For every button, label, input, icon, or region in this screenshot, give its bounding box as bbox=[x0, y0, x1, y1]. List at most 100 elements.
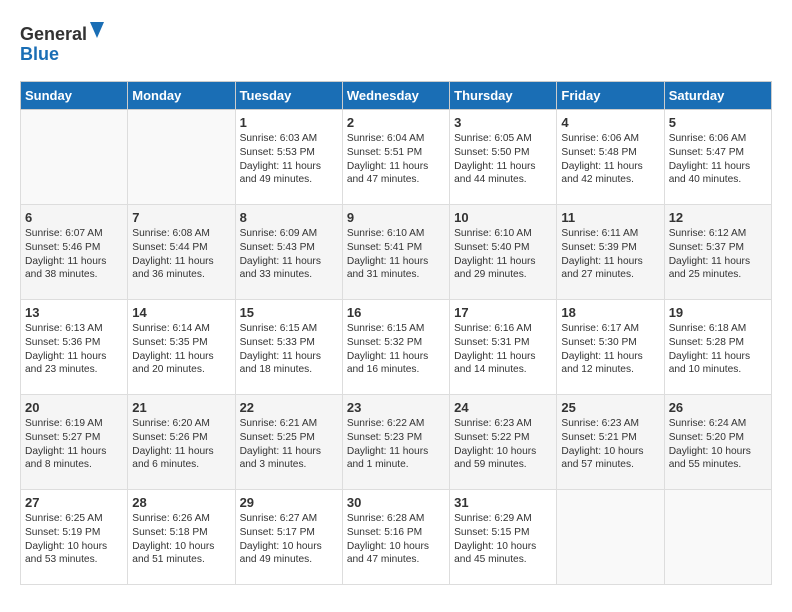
calendar-cell: 29 Sunrise: 6:27 AM Sunset: 5:17 PM Dayli… bbox=[235, 490, 342, 585]
calendar-cell bbox=[21, 110, 128, 205]
day-number: 2 bbox=[347, 115, 445, 130]
page-header: GeneralBlue bbox=[20, 20, 772, 65]
calendar-cell: 2 Sunrise: 6:04 AM Sunset: 5:51 PM Daylig… bbox=[342, 110, 449, 205]
logo-svg: GeneralBlue bbox=[20, 20, 110, 65]
calendar-header-row: SundayMondayTuesdayWednesdayThursdayFrid… bbox=[21, 82, 772, 110]
day-info: Sunrise: 6:28 AM Sunset: 5:16 PM Dayligh… bbox=[347, 512, 445, 567]
day-number: 19 bbox=[669, 305, 767, 320]
calendar-week-row: 13 Sunrise: 6:13 AM Sunset: 5:36 PM Dayli… bbox=[21, 300, 772, 395]
day-number: 15 bbox=[240, 305, 338, 320]
day-info: Sunrise: 6:16 AM Sunset: 5:31 PM Dayligh… bbox=[454, 322, 552, 377]
calendar-cell: 27 Sunrise: 6:25 AM Sunset: 5:19 PM Dayli… bbox=[21, 490, 128, 585]
day-info: Sunrise: 6:21 AM Sunset: 5:25 PM Dayligh… bbox=[240, 417, 338, 472]
day-number: 30 bbox=[347, 495, 445, 510]
logo: GeneralBlue bbox=[20, 20, 110, 65]
header-sunday: Sunday bbox=[21, 82, 128, 110]
day-info: Sunrise: 6:25 AM Sunset: 5:19 PM Dayligh… bbox=[25, 512, 123, 567]
calendar-cell: 24Sunrise: 6:23 AM Sunset: 5:22 PM Dayli… bbox=[450, 395, 557, 490]
header-saturday: Saturday bbox=[664, 82, 771, 110]
day-info: Sunrise: 6:17 AM Sunset: 5:30 PM Dayligh… bbox=[561, 322, 659, 377]
day-number: 29 bbox=[240, 495, 338, 510]
day-info: Sunrise: 6:27 AM Sunset: 5:17 PM Dayligh… bbox=[240, 512, 338, 567]
day-number: 26 bbox=[669, 400, 767, 415]
calendar-week-row: 20 Sunrise: 6:19 AM Sunset: 5:27 PM Dayli… bbox=[21, 395, 772, 490]
calendar-cell: 12Sunrise: 6:12 AM Sunset: 5:37 PM Dayli… bbox=[664, 205, 771, 300]
day-info: Sunrise: 6:14 AM Sunset: 5:35 PM Dayligh… bbox=[132, 322, 230, 377]
day-number: 27 bbox=[25, 495, 123, 510]
calendar-cell: 21 Sunrise: 6:20 AM Sunset: 5:26 PM Dayli… bbox=[128, 395, 235, 490]
day-number: 21 bbox=[132, 400, 230, 415]
day-number: 6 bbox=[25, 210, 123, 225]
day-number: 16 bbox=[347, 305, 445, 320]
calendar-cell: 10Sunrise: 6:10 AM Sunset: 5:40 PM Dayli… bbox=[450, 205, 557, 300]
calendar-cell: 16 Sunrise: 6:15 AM Sunset: 5:32 PM Dayli… bbox=[342, 300, 449, 395]
calendar-cell: 31 Sunrise: 6:29 AM Sunset: 5:15 PM Dayli… bbox=[450, 490, 557, 585]
day-number: 31 bbox=[454, 495, 552, 510]
calendar-cell: 28 Sunrise: 6:26 AM Sunset: 5:18 PM Dayli… bbox=[128, 490, 235, 585]
calendar-cell: 25 Sunrise: 6:23 AM Sunset: 5:21 PM Dayli… bbox=[557, 395, 664, 490]
header-thursday: Thursday bbox=[450, 82, 557, 110]
calendar-cell bbox=[664, 490, 771, 585]
calendar-cell: 8Sunrise: 6:09 AM Sunset: 5:43 PM Daylig… bbox=[235, 205, 342, 300]
day-info: Sunrise: 6:08 AM Sunset: 5:44 PM Dayligh… bbox=[132, 227, 230, 282]
calendar-cell bbox=[128, 110, 235, 205]
header-tuesday: Tuesday bbox=[235, 82, 342, 110]
calendar-cell: 23Sunrise: 6:22 AM Sunset: 5:23 PM Dayli… bbox=[342, 395, 449, 490]
calendar-cell: 13 Sunrise: 6:13 AM Sunset: 5:36 PM Dayli… bbox=[21, 300, 128, 395]
day-number: 22 bbox=[240, 400, 338, 415]
day-number: 20 bbox=[25, 400, 123, 415]
day-number: 28 bbox=[132, 495, 230, 510]
calendar-table: SundayMondayTuesdayWednesdayThursdayFrid… bbox=[20, 81, 772, 585]
day-info: Sunrise: 6:15 AM Sunset: 5:32 PM Dayligh… bbox=[347, 322, 445, 377]
calendar-cell: 11Sunrise: 6:11 AM Sunset: 5:39 PM Dayli… bbox=[557, 205, 664, 300]
calendar-cell: 1 Sunrise: 6:03 AM Sunset: 5:53 PM Daylig… bbox=[235, 110, 342, 205]
calendar-week-row: 1 Sunrise: 6:03 AM Sunset: 5:53 PM Daylig… bbox=[21, 110, 772, 205]
calendar-cell: 7Sunrise: 6:08 AM Sunset: 5:44 PM Daylig… bbox=[128, 205, 235, 300]
day-number: 12 bbox=[669, 210, 767, 225]
day-info: Sunrise: 6:05 AM Sunset: 5:50 PM Dayligh… bbox=[454, 132, 552, 187]
day-number: 5 bbox=[669, 115, 767, 130]
calendar-cell: 5 Sunrise: 6:06 AM Sunset: 5:47 PM Daylig… bbox=[664, 110, 771, 205]
day-info: Sunrise: 6:24 AM Sunset: 5:20 PM Dayligh… bbox=[669, 417, 767, 472]
day-info: Sunrise: 6:09 AM Sunset: 5:43 PM Dayligh… bbox=[240, 227, 338, 282]
day-info: Sunrise: 6:06 AM Sunset: 5:47 PM Dayligh… bbox=[669, 132, 767, 187]
calendar-cell bbox=[557, 490, 664, 585]
calendar-cell: 9 Sunrise: 6:10 AM Sunset: 5:41 PM Daylig… bbox=[342, 205, 449, 300]
header-friday: Friday bbox=[557, 82, 664, 110]
calendar-cell: 14 Sunrise: 6:14 AM Sunset: 5:35 PM Dayli… bbox=[128, 300, 235, 395]
day-info: Sunrise: 6:18 AM Sunset: 5:28 PM Dayligh… bbox=[669, 322, 767, 377]
day-number: 3 bbox=[454, 115, 552, 130]
day-number: 18 bbox=[561, 305, 659, 320]
calendar-cell: 6 Sunrise: 6:07 AM Sunset: 5:46 PM Daylig… bbox=[21, 205, 128, 300]
calendar-cell: 22 Sunrise: 6:21 AM Sunset: 5:25 PM Dayli… bbox=[235, 395, 342, 490]
day-info: Sunrise: 6:23 AM Sunset: 5:21 PM Dayligh… bbox=[561, 417, 659, 472]
day-info: Sunrise: 6:15 AM Sunset: 5:33 PM Dayligh… bbox=[240, 322, 338, 377]
day-info: Sunrise: 6:04 AM Sunset: 5:51 PM Dayligh… bbox=[347, 132, 445, 187]
day-number: 10 bbox=[454, 210, 552, 225]
day-info: Sunrise: 6:03 AM Sunset: 5:53 PM Dayligh… bbox=[240, 132, 338, 187]
day-number: 9 bbox=[347, 210, 445, 225]
day-number: 25 bbox=[561, 400, 659, 415]
day-number: 13 bbox=[25, 305, 123, 320]
calendar-cell: 19 Sunrise: 6:18 AM Sunset: 5:28 PM Dayli… bbox=[664, 300, 771, 395]
day-number: 23 bbox=[347, 400, 445, 415]
day-info: Sunrise: 6:29 AM Sunset: 5:15 PM Dayligh… bbox=[454, 512, 552, 567]
calendar-cell: 4Sunrise: 6:06 AM Sunset: 5:48 PM Daylig… bbox=[557, 110, 664, 205]
day-info: Sunrise: 6:13 AM Sunset: 5:36 PM Dayligh… bbox=[25, 322, 123, 377]
header-monday: Monday bbox=[128, 82, 235, 110]
day-info: Sunrise: 6:06 AM Sunset: 5:48 PM Dayligh… bbox=[561, 132, 659, 187]
day-info: Sunrise: 6:26 AM Sunset: 5:18 PM Dayligh… bbox=[132, 512, 230, 567]
calendar-week-row: 27 Sunrise: 6:25 AM Sunset: 5:19 PM Dayli… bbox=[21, 490, 772, 585]
svg-text:General: General bbox=[20, 24, 87, 44]
calendar-cell: 30 Sunrise: 6:28 AM Sunset: 5:16 PM Dayli… bbox=[342, 490, 449, 585]
day-info: Sunrise: 6:19 AM Sunset: 5:27 PM Dayligh… bbox=[25, 417, 123, 472]
day-info: Sunrise: 6:20 AM Sunset: 5:26 PM Dayligh… bbox=[132, 417, 230, 472]
calendar-week-row: 6 Sunrise: 6:07 AM Sunset: 5:46 PM Daylig… bbox=[21, 205, 772, 300]
day-info: Sunrise: 6:07 AM Sunset: 5:46 PM Dayligh… bbox=[25, 227, 123, 282]
day-info: Sunrise: 6:10 AM Sunset: 5:41 PM Dayligh… bbox=[347, 227, 445, 282]
calendar-cell: 15 Sunrise: 6:15 AM Sunset: 5:33 PM Dayli… bbox=[235, 300, 342, 395]
day-number: 14 bbox=[132, 305, 230, 320]
day-number: 1 bbox=[240, 115, 338, 130]
calendar-cell: 17Sunrise: 6:16 AM Sunset: 5:31 PM Dayli… bbox=[450, 300, 557, 395]
day-info: Sunrise: 6:23 AM Sunset: 5:22 PM Dayligh… bbox=[454, 417, 552, 472]
